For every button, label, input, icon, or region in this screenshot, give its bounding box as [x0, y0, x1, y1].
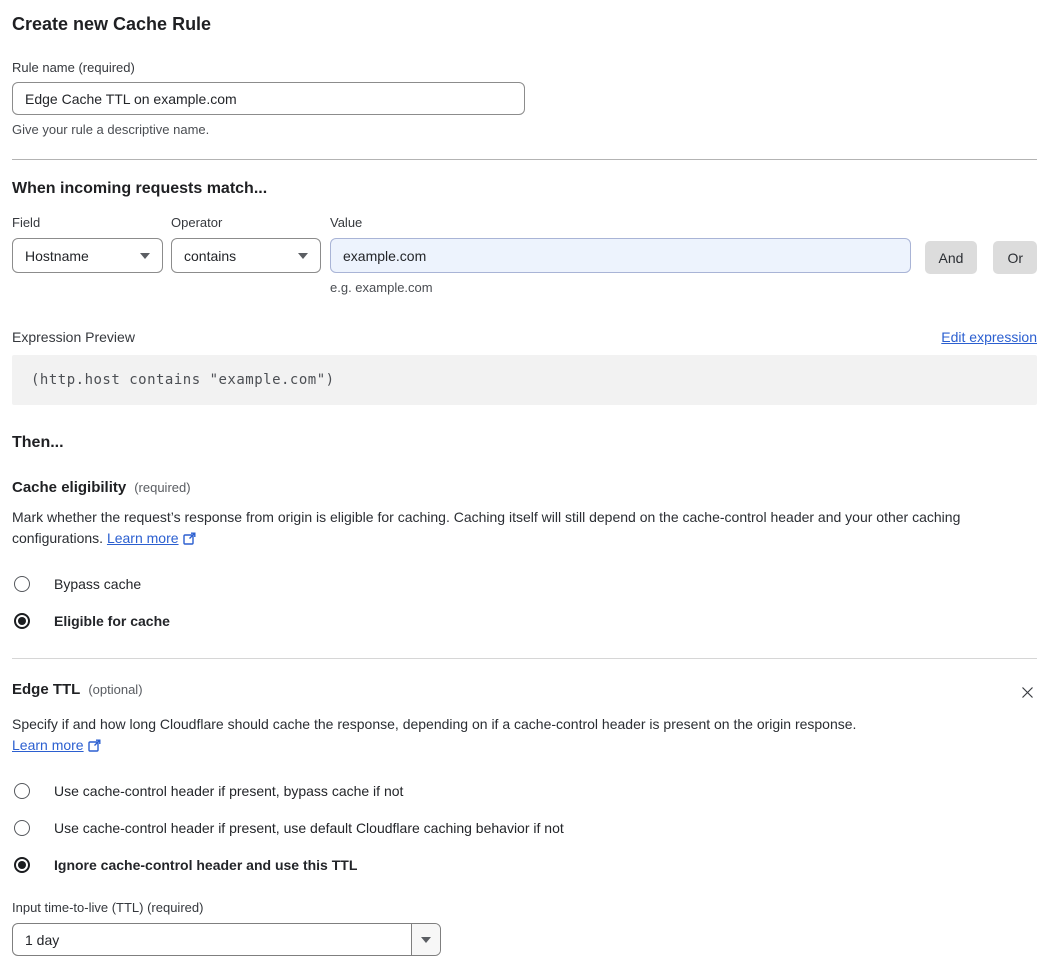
cache-eligibility-title: Cache eligibility	[12, 479, 127, 496]
section-divider	[12, 658, 1037, 659]
rule-name-block: Rule name (required) Give your rule a de…	[12, 60, 1037, 137]
field-column: Field Hostname	[12, 215, 163, 273]
external-link-icon	[87, 737, 101, 758]
value-input[interactable]	[330, 238, 911, 273]
then-heading: Then...	[12, 434, 64, 451]
radio-ignore-header-use-ttl[interactable]: Ignore cache-control header and use this…	[12, 857, 1037, 873]
learn-more-link[interactable]: Learn more	[12, 737, 84, 753]
radio-icon	[14, 857, 30, 873]
rule-name-label: Rule name (required)	[12, 60, 135, 75]
field-select[interactable]: Hostname	[12, 238, 163, 273]
radio-icon	[14, 576, 30, 592]
radio-label: Ignore cache-control header and use this…	[54, 857, 358, 873]
edge-ttl-title: Edge TTL	[12, 681, 81, 698]
close-icon[interactable]	[1018, 683, 1037, 705]
radio-icon	[14, 783, 30, 799]
chevron-down-icon[interactable]	[411, 924, 440, 955]
ttl-select-value: 1 day	[25, 931, 60, 948]
cache-eligibility-description: Mark whether the request’s response from…	[12, 507, 1037, 551]
ttl-label: Input time-to-live (TTL) (required)	[12, 900, 204, 915]
page-title: Create new Cache Rule	[12, 14, 212, 34]
match-section-heading: When incoming requests match...	[12, 180, 268, 197]
radio-bypass-cache[interactable]: Bypass cache	[12, 576, 1037, 592]
ttl-input-block: Input time-to-live (TTL) (required) 1 da…	[12, 900, 1037, 956]
radio-label: Use cache-control header if present, use…	[54, 820, 564, 836]
match-expression-row: Field Hostname Operator contains Value e…	[12, 215, 1037, 295]
radio-use-header-default[interactable]: Use cache-control header if present, use…	[12, 820, 1037, 836]
operator-select[interactable]: contains	[171, 238, 321, 273]
rule-name-input[interactable]	[12, 82, 525, 115]
value-help: e.g. example.com	[330, 280, 433, 295]
chevron-down-icon	[298, 252, 308, 259]
edge-ttl-qualifier: (optional)	[88, 682, 143, 697]
operator-column: Operator contains	[171, 215, 321, 273]
radio-label: Bypass cache	[54, 576, 142, 592]
field-select-value: Hostname	[25, 247, 89, 264]
radio-label: Use cache-control header if present, byp…	[54, 783, 404, 799]
section-divider	[12, 159, 1037, 160]
expression-code: (http.host contains "example.com")	[12, 355, 1037, 405]
radio-icon	[14, 613, 30, 629]
radio-label: Eligible for cache	[54, 613, 170, 629]
or-button[interactable]: Or	[993, 241, 1037, 274]
operator-label: Operator	[171, 215, 223, 230]
ttl-select[interactable]: 1 day	[12, 923, 441, 956]
radio-eligible-for-cache[interactable]: Eligible for cache	[12, 613, 1037, 629]
chevron-down-icon	[140, 252, 150, 259]
edge-ttl-title-row: Edge TTL (optional)	[12, 681, 143, 698]
edge-ttl-description-text: Specify if and how long Cloudflare shoul…	[12, 716, 857, 732]
edge-ttl-description: Specify if and how long Cloudflare shoul…	[12, 714, 857, 758]
radio-icon	[14, 820, 30, 836]
expression-preview-row: Expression Preview Edit expression	[12, 329, 1037, 345]
value-column: Value e.g. example.com	[330, 215, 911, 295]
field-label: Field	[12, 215, 41, 230]
external-link-icon	[182, 530, 196, 551]
edge-ttl-header: Edge TTL (optional)	[12, 681, 1037, 705]
operator-select-value: contains	[184, 247, 237, 264]
cache-eligibility-qualifier: (required)	[134, 480, 191, 495]
and-button[interactable]: And	[924, 241, 978, 274]
radio-use-header-bypass[interactable]: Use cache-control header if present, byp…	[12, 783, 1037, 799]
logic-buttons: And Or	[924, 241, 1037, 274]
edit-expression-link[interactable]: Edit expression	[941, 329, 1037, 345]
edge-ttl-options: Use cache-control header if present, byp…	[12, 783, 1037, 873]
cache-eligibility-options: Bypass cache Eligible for cache	[12, 576, 1037, 629]
learn-more-link[interactable]: Learn more	[107, 530, 179, 546]
rule-name-help: Give your rule a descriptive name.	[12, 122, 210, 137]
value-label: Value	[330, 215, 363, 230]
expression-preview-label: Expression Preview	[12, 329, 135, 345]
cache-eligibility-header: Cache eligibility (required)	[12, 479, 1037, 496]
